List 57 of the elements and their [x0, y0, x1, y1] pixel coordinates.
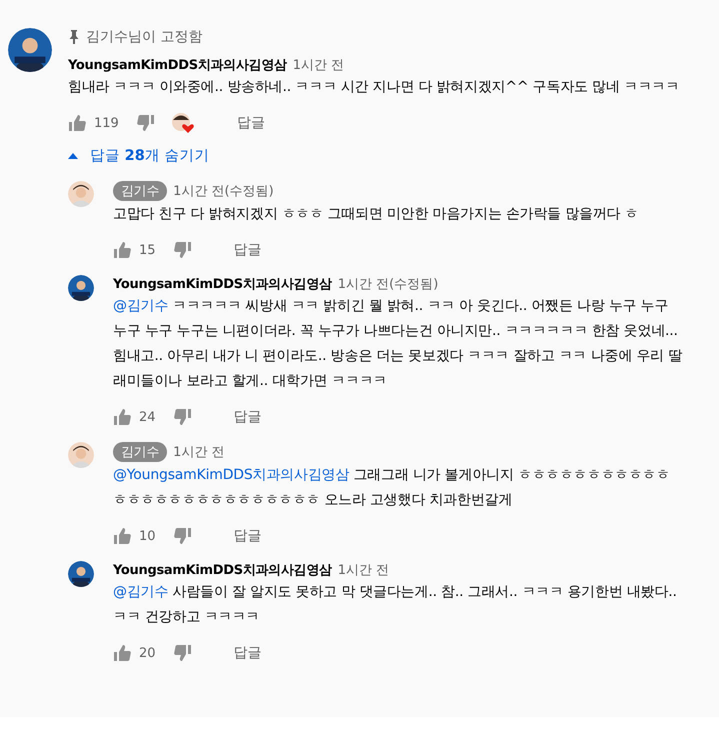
comment-text: @김기수 사람들이 잘 알지도 못하고 막 댓글다는게.. 참.. 그래서.. ㅋㅋㅋ 용기한번 내봤다..ㅋㅋ 건강하고 ㅋㅋㅋㅋ: [113, 583, 678, 627]
caret-icon: [68, 152, 78, 158]
mention-link[interactable]: @김기수: [113, 584, 168, 600]
dislike-button[interactable]: [174, 408, 192, 426]
author-name[interactable]: YoungsamKimDDS치과의사김영삼: [68, 56, 287, 74]
thumbs-up-icon: [113, 408, 131, 426]
reply-button[interactable]: 답글: [226, 404, 270, 430]
reply-button[interactable]: 답글: [226, 237, 270, 263]
thumbs-up-icon: [68, 114, 86, 132]
like-button[interactable]: [113, 527, 131, 545]
like-button[interactable]: [68, 114, 86, 132]
thumbs-up-icon: [113, 241, 131, 259]
comment-time: 1시간 전: [292, 57, 344, 74]
thumbs-down-icon: [136, 114, 155, 132]
author-name[interactable]: YoungsamKimDDS치과의사김영삼: [113, 275, 332, 293]
thumbs-down-icon: [174, 644, 192, 662]
dislike-button[interactable]: [174, 241, 192, 259]
author-badge[interactable]: 김기수: [113, 181, 168, 201]
reply-button[interactable]: 답글: [228, 110, 273, 136]
reply-button[interactable]: 답글: [226, 640, 270, 666]
dislike-button[interactable]: [136, 114, 155, 132]
reply-button[interactable]: 답글: [226, 523, 270, 549]
like-count: 15: [139, 242, 156, 258]
comment-text: 힘내라 ㅋㅋㅋ 이와중에.. 방송하네.. ㅋㅋㅋ 시간 지나면 다 밝혀지겠지^^ 구독자도 많네 ㅋㅋㅋㅋ: [68, 78, 680, 97]
avatar[interactable]: [68, 561, 94, 587]
comment-text: @김기수 ㅋㅋㅋㅋㅋ 씨방새 ㅋㅋ 밝히긴 뭘 밝혀.. ㅋㅋ 아 웃긴다.. 어쨌든 나랑 누구 누구 누구 누구 누구는 니편이더라. 꼭 누구가 나쁘다는건 아니지만.. ㅋㅋㅋㅋㅋㅋ 한참 웃었네... 힘내고.. 아무리 내가 니 편이라도.. 방송은 더는 못보겠다 ㅋㅋㅋ 잘하고 ㅋㅋ 나중에 우리 딸래미들이나 보라고 할게.. 대학가면 ㅋㅋㅋㅋ: [113, 297, 683, 391]
dislike-button[interactable]: [174, 527, 192, 545]
thumbs-up-icon: [113, 527, 131, 545]
dislike-button[interactable]: [174, 644, 192, 662]
thumbs-down-icon: [174, 408, 192, 426]
like-count: 119: [94, 116, 119, 130]
avatar[interactable]: [68, 442, 94, 468]
comment-time: 1시간 전: [338, 562, 390, 579]
thumbs-down-icon: [174, 241, 192, 259]
avatar[interactable]: [68, 181, 94, 207]
author-badge[interactable]: 김기수: [113, 442, 168, 462]
comment-text: 고맙다 친구 다 밝혀지겠지 ㅎㅎㅎ 그때되면 미안한 마음가지는 손가락들 많을꺼다 ㅎ: [113, 205, 640, 224]
avatar[interactable]: [8, 28, 52, 72]
like-button[interactable]: [113, 644, 131, 662]
pin-icon: [68, 30, 80, 44]
comment-time: 1시간 전(수정됨): [338, 276, 438, 293]
like-count: 20: [139, 646, 156, 660]
mention-link[interactable]: @김기수: [113, 298, 168, 314]
comment-text: @YoungsamKimDDS치과의사김영삼 그래그래 니가 볼게아니지 ㅎㅎㅎㅎㅎㅎㅎㅎㅎㅎㅎㅎㅎㅎㅎㅎㅎㅎㅎㅎㅎㅎㅎㅎㅎㅎ 오느라 고생했다 치과한번갈게: [113, 466, 671, 510]
like-count: 24: [139, 410, 156, 424]
comment-time: 1시간 전: [173, 444, 225, 461]
avatar[interactable]: [68, 275, 94, 301]
pinned-label: 김기수님이 고정함: [86, 28, 202, 46]
replies-toggle[interactable]: 답글 28개 숨기기: [68, 142, 210, 169]
thumbs-up-icon: [113, 644, 131, 662]
comment-time: 1시간 전(수정됨): [173, 183, 274, 200]
like-button[interactable]: [113, 241, 131, 259]
thumbs-down-icon: [174, 527, 192, 545]
author-name[interactable]: YoungsamKimDDS치과의사김영삼: [113, 561, 332, 579]
like-count: 10: [139, 528, 156, 544]
like-button[interactable]: [113, 408, 131, 426]
mention-link[interactable]: @YoungsamKimDDS치과의사김영삼: [113, 467, 350, 483]
